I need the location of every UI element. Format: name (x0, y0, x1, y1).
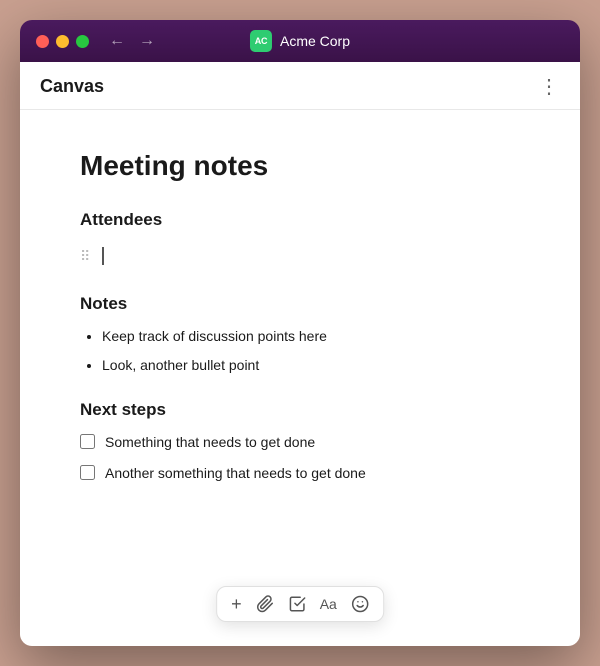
maximize-button[interactable] (76, 35, 89, 48)
text-cursor (102, 247, 104, 265)
checkbox-item: Something that needs to get done (80, 432, 520, 453)
list-item: Look, another bullet point (102, 355, 520, 376)
emoji-button[interactable] (351, 595, 369, 613)
floating-toolbar: + Aa (216, 586, 384, 622)
back-button[interactable]: ← (109, 32, 125, 50)
app-window: ← → AC Acme Corp Canvas ⋮ Meeting notes … (20, 20, 580, 646)
checkbox-2[interactable] (80, 465, 95, 480)
checkbox-button[interactable] (288, 595, 306, 613)
close-button[interactable] (36, 35, 49, 48)
task-label-2: Another something that needs to get done (105, 463, 366, 484)
page-toolbar: Canvas ⋮ (20, 62, 580, 110)
font-button[interactable]: Aa (320, 597, 337, 611)
more-button[interactable]: ⋮ (539, 77, 560, 97)
add-button[interactable]: + (231, 595, 242, 613)
attendees-heading: Attendees (80, 210, 520, 230)
notes-section: Notes Keep track of discussion points he… (80, 294, 520, 376)
task-label-1: Something that needs to get done (105, 432, 315, 453)
attach-button[interactable] (256, 595, 274, 613)
drag-handle-icon[interactable]: ⠿ (80, 248, 90, 265)
document-title: Meeting notes (80, 150, 520, 182)
checkbox-item: Another something that needs to get done (80, 463, 520, 484)
forward-button[interactable]: → (139, 32, 155, 50)
avatar: AC (250, 30, 272, 52)
content-area: Canvas ⋮ Meeting notes Attendees ⠿ Notes… (20, 62, 580, 646)
list-item: Keep track of discussion points here (102, 326, 520, 347)
minimize-button[interactable] (56, 35, 69, 48)
next-steps-heading: Next steps (80, 400, 520, 420)
page-title: Canvas (40, 76, 104, 97)
titlebar: ← → AC Acme Corp (20, 20, 580, 62)
notes-heading: Notes (80, 294, 520, 314)
notes-list: Keep track of discussion points here Loo… (80, 326, 520, 376)
document-body: Meeting notes Attendees ⠿ Notes Keep tra… (20, 110, 580, 646)
next-steps-section: Next steps Something that needs to get d… (80, 400, 520, 484)
app-name: Acme Corp (280, 33, 350, 49)
attendees-section: Attendees ⠿ (80, 210, 520, 270)
traffic-lights (36, 35, 89, 48)
checkbox-1[interactable] (80, 434, 95, 449)
attendees-row: ⠿ (80, 242, 520, 270)
nav-buttons: ← → (109, 32, 155, 50)
app-identity: AC Acme Corp (250, 30, 350, 52)
